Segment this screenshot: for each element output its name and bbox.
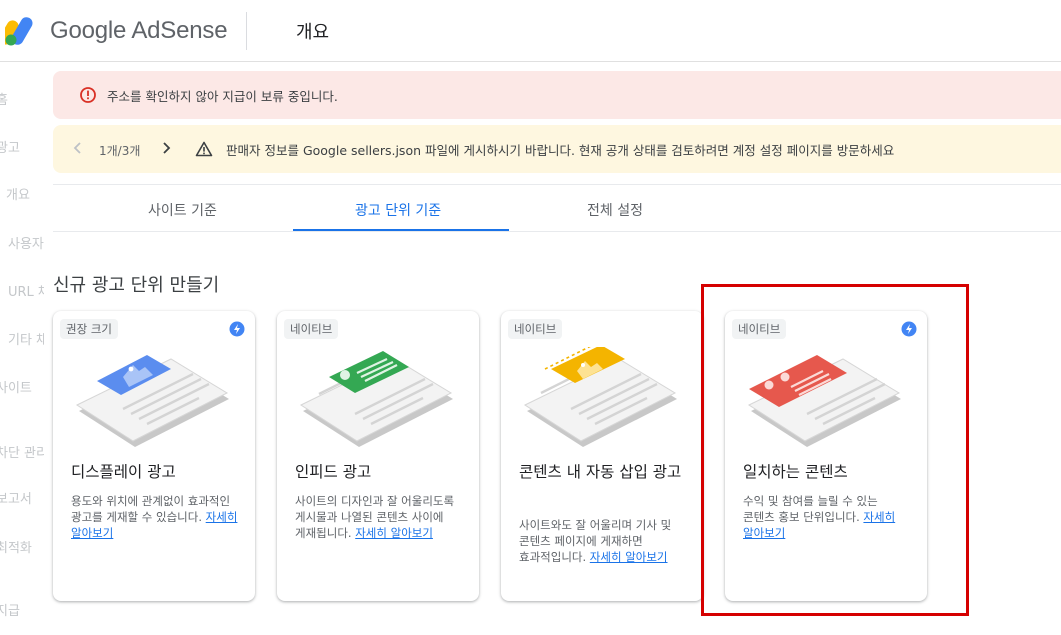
tabs-divider: [53, 231, 1061, 232]
banner-pager: 1개/3개: [99, 144, 141, 158]
display-ads-card[interactable]: 권장 크기 디스플레이 광고 용도와 위치에 관계없이 효과적인 광고를 게재할…: [53, 311, 255, 601]
sidebar-item-reports[interactable]: 보고서: [0, 488, 32, 507]
card-description: 사이트의 디자인과 잘 어울리도록 게시물과 나열된 콘텐츠 사이에 게재됩니다…: [295, 494, 455, 540]
brand-name[interactable]: Google AdSense: [50, 17, 228, 45]
in-feed-ads-card[interactable]: 네이티브 인피드 광고 사이트의 디자인과 잘 어울리도록 게시물과 나열된 콘…: [277, 311, 479, 601]
chevron-right-icon[interactable]: [157, 139, 175, 157]
sidebar-item-payments[interactable]: 지급: [0, 600, 20, 619]
tab-global-settings[interactable]: 전체 설정: [587, 200, 643, 220]
sellers-json-message: 판매자 정보를 Google sellers.json 파일에 게시하시기 바랍…: [226, 143, 895, 158]
top-app-bar: Google AdSense 개요: [0, 0, 1061, 62]
side-navigation: 홈 광고 개요 사용자설정 채널 URL 채널 기타 채널 사이트 차단 관리 …: [0, 62, 44, 635]
display-ad-illustration: [75, 355, 229, 447]
card-badge: 네이티브: [508, 319, 563, 339]
lightning-icon: [229, 321, 245, 337]
card-description: 용도와 위치에 관계없이 효과적인 광고를 게재할 수 있습니다. 자세히 알아…: [71, 494, 238, 540]
sidebar-item-custom-channels[interactable]: 사용자설정 채널: [8, 233, 44, 252]
page-title: 개요: [296, 22, 330, 43]
card-title: 콘텐츠 내 자동 삽입 광고: [519, 463, 682, 481]
in-feed-ad-illustration: [299, 351, 453, 447]
card-title: 인피드 광고: [295, 463, 372, 481]
section-title: 신규 광고 단위 만들기: [53, 275, 220, 296]
sidebar-item-other-channels[interactable]: 기타 채널: [8, 329, 44, 348]
sidebar-item-blocking[interactable]: 차단 관리: [0, 442, 44, 461]
payment-hold-banner: 주소를 확인하지 않아 지급이 보류 중입니다.: [53, 71, 1061, 119]
adsense-logo-icon[interactable]: [5, 16, 39, 46]
card-badge: 권장 크기: [60, 319, 118, 339]
sidebar-item-url-channels[interactable]: URL 채널: [8, 281, 44, 300]
tab-by-ad-unit[interactable]: 광고 단위 기준: [355, 200, 441, 220]
sellers-json-banner: 1개/3개 판매자 정보를 Google sellers.json 파일에 게시…: [53, 125, 1061, 173]
sidebar-item-ads[interactable]: 광고: [0, 137, 20, 156]
highlight-box: [701, 284, 969, 616]
header-divider: [246, 12, 247, 50]
sidebar-item-overview[interactable]: 개요: [6, 184, 30, 203]
in-article-ad-illustration: [523, 347, 677, 447]
section-divider: [53, 184, 1061, 185]
card-title: 디스플레이 광고: [71, 463, 176, 481]
learn-more-link[interactable]: 자세히 알아보기: [590, 550, 668, 564]
sidebar-item-optimization[interactable]: 최적화: [0, 537, 32, 556]
learn-more-link[interactable]: 자세히 알아보기: [355, 526, 433, 540]
warning-icon: [195, 141, 213, 157]
tab-by-site[interactable]: 사이트 기준: [148, 200, 217, 220]
error-icon: [80, 87, 96, 103]
sidebar-item-sites[interactable]: 사이트: [0, 377, 32, 396]
chevron-left-icon[interactable]: [69, 139, 87, 157]
in-article-ads-card[interactable]: 네이티브 콘텐츠 내 자동 삽입 광고 사이트와도 잘 어울리며 기사 및 콘텐…: [501, 311, 703, 601]
card-description: 사이트와도 잘 어울리며 기사 및 콘텐츠 페이지에 게재하면 효과적입니다. …: [519, 518, 672, 564]
sidebar-item-home[interactable]: 홈: [0, 89, 8, 108]
payment-hold-message: 주소를 확인하지 않아 지급이 보류 중입니다.: [107, 89, 338, 104]
card-badge: 네이티브: [284, 319, 339, 339]
